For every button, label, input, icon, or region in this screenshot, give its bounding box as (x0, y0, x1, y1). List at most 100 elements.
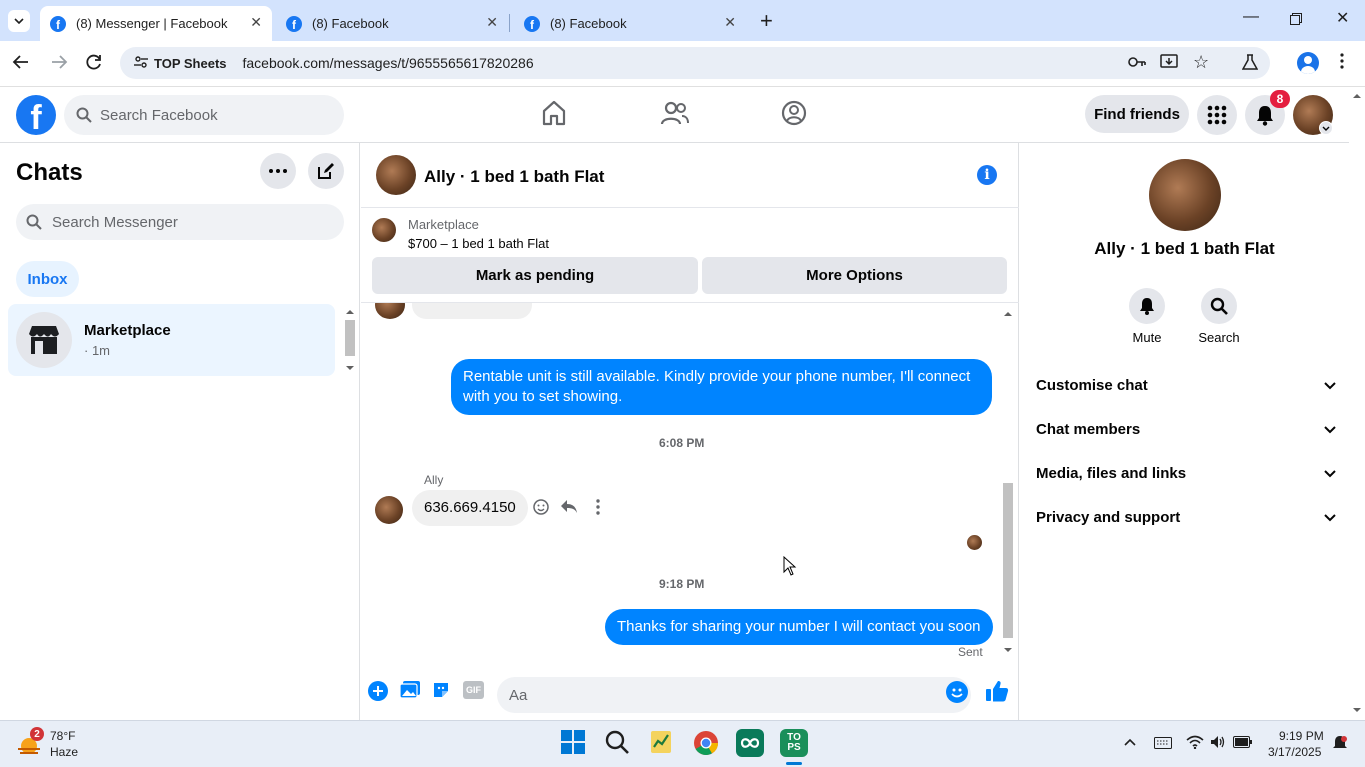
marketplace-listing-bar: Marketplace $700 – 1 bed 1 bath Flat Mar… (361, 208, 1019, 303)
volume-icon[interactable] (1210, 735, 1226, 752)
emoji-icon[interactable] (946, 681, 968, 703)
battery-icon[interactable] (1233, 736, 1253, 751)
facebook-search-placeholder: Search Facebook (100, 106, 218, 124)
search-conversation-button[interactable]: Search (1189, 288, 1249, 345)
section-label: Privacy and support (1036, 508, 1181, 526)
groups-icon[interactable] (780, 99, 810, 129)
weather-desc: Haze (50, 745, 79, 759)
message-input-placeholder: Aa (509, 686, 528, 704)
close-window-icon[interactable]: ✕ (1336, 8, 1349, 28)
find-friends-button[interactable]: Find friends (1085, 95, 1189, 133)
forward-icon[interactable] (50, 53, 68, 76)
react-smiley-icon[interactable] (533, 499, 549, 520)
info-icon[interactable]: i (977, 165, 997, 185)
chrome-icon[interactable] (692, 729, 720, 757)
page-scrollbar[interactable] (1349, 87, 1365, 720)
listing-title[interactable]: $700 – 1 bed 1 bath Flat (408, 236, 549, 251)
tops-app-icon[interactable]: TO PS (780, 729, 808, 757)
bookmark-star-icon[interactable]: ☆ (1193, 52, 1209, 73)
infinity-app-icon[interactable] (736, 729, 764, 757)
incoming-message[interactable]: 636.669.4150 (412, 490, 528, 526)
section-label: Customise chat (1036, 376, 1148, 394)
conversation-title[interactable]: Ally · 1 bed 1 bath Flat (424, 167, 604, 187)
messenger-search-input[interactable]: Search Messenger (16, 204, 344, 240)
taskbar-search-icon[interactable] (604, 729, 632, 757)
chat-list-item[interactable]: Marketplace · 1m (8, 304, 335, 376)
mouse-cursor-icon (783, 555, 797, 581)
clock-date[interactable]: 3/17/2025 (1268, 745, 1321, 759)
media-files-links-section[interactable]: Media, files and links (1036, 451, 1336, 495)
chat-meta: · 1m (84, 343, 110, 358)
search-label: Search (1198, 330, 1240, 345)
home-icon[interactable] (540, 99, 570, 129)
facebook-search-input[interactable]: Search Facebook (64, 95, 344, 135)
messenger-search-placeholder: Search Messenger (52, 213, 178, 231)
inbox-tab[interactable]: Inbox (16, 261, 79, 297)
customise-chat-section[interactable]: Customise chat (1036, 363, 1336, 407)
url-text[interactable]: facebook.com/messages/t/9655565617820286 (243, 55, 534, 71)
tab-messenger[interactable]: f (8) Messenger | Facebook ✕ (40, 6, 272, 41)
notification-count-badge: 8 (1270, 90, 1290, 108)
sticker-icon[interactable] (431, 680, 451, 705)
labs-flask-icon[interactable] (1241, 54, 1259, 75)
mute-button[interactable]: Mute (1117, 288, 1177, 345)
new-message-icon[interactable] (308, 153, 344, 189)
contact-profile-photo[interactable] (1149, 159, 1221, 231)
restore-icon[interactable] (1290, 12, 1302, 30)
bell-icon (1129, 288, 1165, 324)
close-tab-icon[interactable]: ✕ (724, 14, 736, 31)
like-thumb-icon[interactable] (985, 679, 1009, 708)
start-windows-icon[interactable] (560, 729, 588, 757)
back-icon[interactable] (12, 53, 30, 76)
conversation-scrollbar[interactable] (1001, 308, 1015, 658)
attach-photo-icon[interactable] (399, 680, 421, 705)
friends-icon[interactable] (660, 99, 690, 129)
outgoing-message[interactable]: Thanks for sharing your number I will co… (605, 609, 993, 645)
close-tab-icon[interactable]: ✕ (486, 14, 498, 31)
privacy-support-section[interactable]: Privacy and support (1036, 495, 1336, 539)
mark-as-pending-button[interactable]: Mark as pending (372, 257, 698, 294)
clock-time[interactable]: 9:19 PM (1279, 729, 1324, 743)
contact-avatar[interactable] (376, 155, 416, 195)
weather-widget[interactable]: 2 78°F Haze (16, 727, 106, 763)
chat-options-icon[interactable] (260, 153, 296, 189)
listing-thumbnail[interactable] (372, 218, 396, 242)
close-tab-icon[interactable]: ✕ (250, 14, 262, 31)
sender-avatar[interactable] (375, 496, 403, 524)
search-icon (26, 214, 42, 230)
previous-message-bubble (412, 303, 532, 319)
chat-members-section[interactable]: Chat members (1036, 407, 1336, 451)
site-info-chip[interactable]: TOP Sheets (120, 47, 237, 79)
tab-list-dropdown-icon[interactable] (8, 10, 30, 32)
keyboard-icon[interactable] (1154, 737, 1172, 752)
reload-icon[interactable] (85, 53, 103, 76)
outgoing-message[interactable]: Rentable unit is still available. Kindly… (451, 359, 992, 415)
install-app-icon[interactable] (1160, 54, 1178, 75)
omnibox[interactable]: TOP Sheets facebook.com/messages/t/96555… (120, 47, 1270, 79)
minimize-icon[interactable]: — (1243, 8, 1259, 26)
account-chevron-icon[interactable] (1319, 121, 1333, 135)
wifi-icon[interactable] (1186, 735, 1204, 752)
menu-grid-icon[interactable] (1197, 95, 1237, 135)
tab-facebook-2[interactable]: f (8) Facebook ✕ (514, 6, 746, 41)
new-tab-icon[interactable]: + (760, 8, 773, 34)
more-actions-icon[interactable] (596, 499, 600, 520)
sender-name: Ally (424, 473, 444, 487)
weather-alert-badge: 2 (30, 727, 44, 741)
facebook-logo-icon[interactable]: f (16, 95, 56, 135)
notification-center-icon[interactable] (1332, 735, 1348, 754)
sheets-app-icon[interactable] (648, 729, 676, 757)
more-actions-plus-icon[interactable] (368, 681, 388, 701)
gif-icon[interactable]: GIF (463, 681, 484, 699)
tray-chevron-icon[interactable] (1124, 735, 1136, 749)
tab-facebook-1[interactable]: f (8) Facebook ✕ (276, 6, 510, 41)
profile-icon[interactable] (1297, 52, 1319, 74)
password-key-icon[interactable] (1128, 55, 1146, 74)
chat-list-scrollbar[interactable] (343, 306, 357, 376)
message-timestamp: 6:08 PM (659, 436, 705, 450)
reply-icon[interactable] (560, 499, 578, 519)
more-options-button[interactable]: More Options (702, 257, 1007, 294)
message-input[interactable]: Aa (497, 677, 971, 713)
browser-menu-icon[interactable] (1340, 53, 1344, 74)
tab-title: (8) Messenger | Facebook (76, 16, 228, 31)
